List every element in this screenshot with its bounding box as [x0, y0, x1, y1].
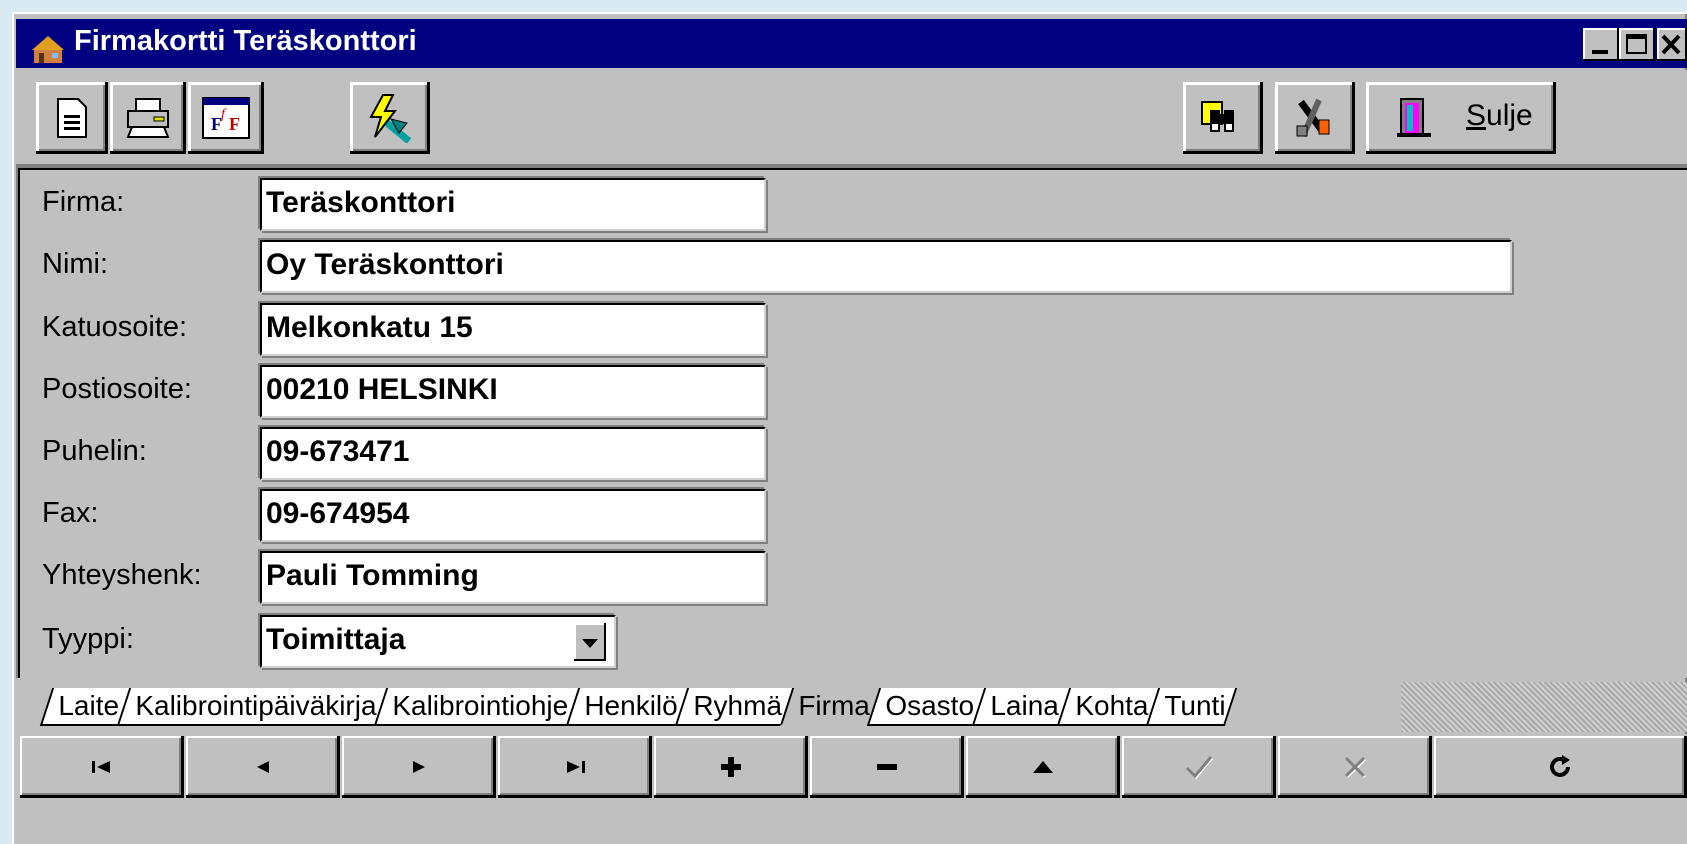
tab-osasto[interactable]: Osasto — [867, 688, 985, 726]
window-title: Firmakortti Teräskonttori — [74, 25, 417, 57]
lightning-tool-button[interactable] — [350, 82, 430, 154]
previous-record-icon — [257, 761, 269, 773]
cancel-record-icon — [1344, 756, 1367, 779]
first-record-button[interactable] — [20, 736, 184, 798]
next-record-button[interactable] — [342, 736, 496, 798]
edit-record-icon — [1033, 761, 1053, 773]
lightning-tool-icon — [369, 94, 412, 143]
tab-tunti[interactable]: Tunti — [1145, 688, 1238, 726]
previous-record-button[interactable] — [186, 736, 340, 798]
svg-text:F: F — [229, 114, 240, 134]
postiosoite-label: Postiosoite: — [42, 373, 192, 405]
fax-label: Fax: — [42, 497, 99, 529]
postiosoite-field[interactable]: 00210 HELSINKI — [260, 365, 766, 418]
print-button[interactable] — [110, 82, 186, 154]
refresh-icon — [1549, 755, 1570, 777]
font-icon: F f F — [202, 97, 250, 139]
exit-door-icon — [1397, 98, 1431, 137]
last-record-icon — [567, 761, 585, 773]
firma-label: Firma: — [42, 186, 125, 218]
katuosoite-field[interactable]: Melkonkatu 15 — [260, 303, 766, 356]
tab-ryhma[interactable]: Ryhmä — [675, 688, 793, 726]
add-record-icon — [721, 757, 741, 777]
katuosoite-label: Katuosoite: — [42, 311, 188, 343]
tools-button[interactable] — [1275, 82, 1355, 154]
cancel-record-button[interactable] — [1278, 736, 1432, 798]
tab-firma[interactable]: Firma — [779, 688, 880, 726]
minimize-icon — [1592, 50, 1608, 54]
new-record-button[interactable] — [36, 82, 108, 154]
title-bar[interactable]: Firmakortti Teräskonttori — [16, 19, 1687, 68]
font-button[interactable]: F f F — [188, 82, 264, 154]
nimi-label: Nimi: — [42, 248, 109, 280]
tools-icon — [1296, 98, 1330, 138]
tab-kalibrointiohje[interactable]: Kalibrointiohje — [373, 688, 579, 726]
chevron-down-icon — [582, 639, 598, 648]
maximize-button[interactable] — [1619, 28, 1655, 61]
tab-henkilo[interactable]: Henkilö — [565, 688, 688, 726]
tab-laina[interactable]: Laina — [972, 688, 1069, 726]
add-record-button[interactable] — [654, 736, 808, 798]
company-form: Firma: Teräskonttori Nimi: Oy Teräskontt… — [16, 166, 1687, 678]
tyyppi-label: Tyyppi: — [42, 623, 134, 655]
tab-laite[interactable]: Laite — [39, 688, 129, 726]
refresh-button[interactable] — [1434, 736, 1687, 798]
delete-record-icon — [877, 764, 897, 770]
save-record-button[interactable] — [1122, 736, 1276, 798]
tyyppi-dropdown-button[interactable] — [574, 623, 606, 661]
nimi-field[interactable]: Oy Teräskonttori — [260, 240, 1512, 293]
close-button-label: Sulje — [1466, 99, 1533, 132]
fax-field[interactable]: 09-674954 — [260, 489, 766, 542]
close-button[interactable]: Sulje — [1366, 82, 1556, 154]
delete-record-button[interactable] — [810, 736, 964, 798]
print-icon — [126, 98, 170, 138]
new-record-icon — [57, 98, 87, 138]
edit-record-button[interactable] — [966, 736, 1120, 798]
close-icon — [1661, 34, 1681, 55]
last-record-button[interactable] — [498, 736, 652, 798]
firma-field[interactable]: Teräskonttori — [260, 178, 766, 231]
tab-list: Laite Kalibrointipäiväkirja Kalibrointio… — [39, 688, 1238, 726]
tyyppi-select[interactable]: Toimittaja — [260, 615, 616, 668]
tab-strip-pattern — [1401, 682, 1687, 732]
main-window: Firmakortti Teräskonttori F f F Sulje Fi… — [12, 12, 1687, 844]
puhelin-field[interactable]: 09-673471 — [260, 427, 766, 480]
next-record-icon — [413, 761, 425, 773]
first-record-icon — [92, 761, 110, 773]
yhteyshenk-field[interactable]: Pauli Tomming — [260, 551, 766, 604]
record-navigator — [16, 734, 1687, 844]
tab-kohta[interactable]: Kohta — [1056, 688, 1159, 726]
minimize-button[interactable] — [1583, 28, 1619, 61]
tab-strip: Laite Kalibrointipäiväkirja Kalibrointio… — [16, 682, 1687, 732]
maximize-icon — [1626, 34, 1647, 54]
search-button[interactable] — [1183, 82, 1263, 154]
puhelin-label: Puhelin: — [42, 435, 147, 467]
tyyppi-value: Toimittaja — [266, 623, 406, 656]
yhteyshenk-label: Yhteyshenk: — [42, 559, 202, 591]
binoculars-icon — [1201, 101, 1234, 132]
toolbar: F f F Sulje — [16, 70, 1687, 166]
save-record-icon — [1185, 756, 1214, 780]
app-icon — [32, 36, 64, 63]
close-window-button[interactable] — [1657, 28, 1687, 61]
tab-kalibrointipaivakirja[interactable]: Kalibrointipäiväkirja — [116, 688, 387, 726]
